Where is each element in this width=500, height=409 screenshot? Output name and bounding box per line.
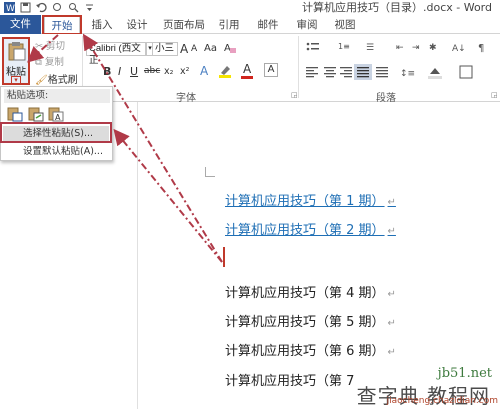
watermark-url: jiaocheng.chazidian.com: [386, 396, 498, 406]
arrow-to-paste-button: [27, 34, 59, 63]
arrow-to-paste-special: [113, 128, 223, 263]
arrow-to-home-tab: [82, 33, 223, 263]
watermark-site: jb51.net: [437, 366, 492, 381]
annotation-arrows: [27, 33, 223, 263]
